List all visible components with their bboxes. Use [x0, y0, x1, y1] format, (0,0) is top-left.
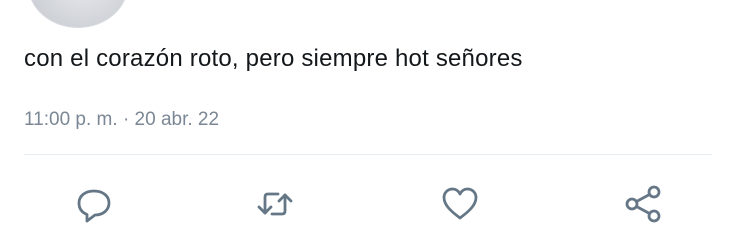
reply-icon[interactable] [74, 184, 114, 224]
divider [24, 154, 712, 155]
tweet-time: 11:00 p. m. [24, 109, 118, 130]
timestamp-separator: · [122, 109, 130, 130]
tweet-timestamp: 11:00 p. m. · 20 abr. 22 [24, 107, 219, 133]
like-heart-icon[interactable] [440, 184, 480, 224]
tweet-text: con el corazón roto, pero siempre hot se… [24, 45, 523, 72]
tweet-date: 20 abr. 22 [134, 109, 220, 130]
share-icon[interactable] [623, 184, 663, 224]
retweet-icon[interactable] [255, 184, 295, 224]
avatar[interactable] [28, 0, 128, 28]
